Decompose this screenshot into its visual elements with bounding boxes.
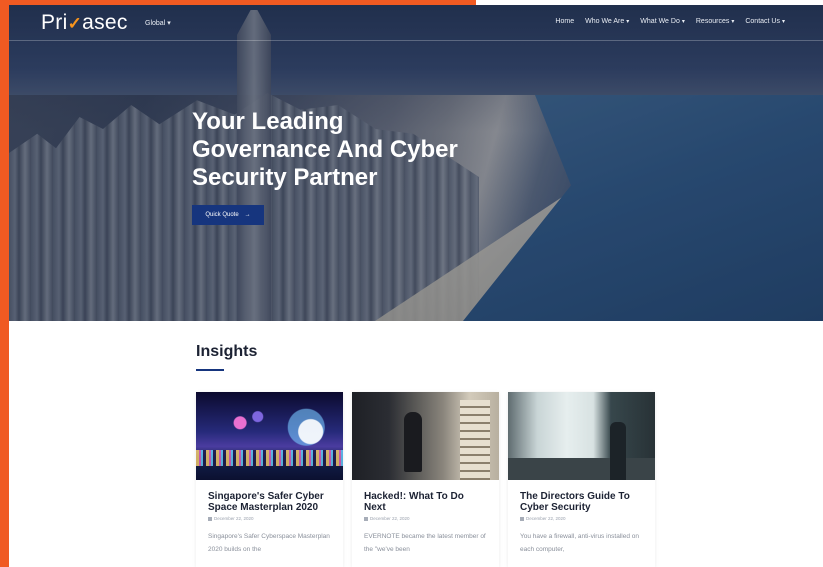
burglar-image[interactable]	[352, 392, 499, 480]
card-date-text: December 22, 2020	[214, 516, 254, 521]
logo-text-prefix: Pri	[41, 11, 68, 34]
insight-card[interactable]: The Directors Guide To Cyber Security De…	[508, 392, 655, 567]
singapore-skyline-image[interactable]	[196, 392, 343, 480]
hero-title-line-2: Governance And Cyber	[192, 136, 458, 163]
quick-quote-button[interactable]: Quick Quote →	[192, 205, 264, 225]
card-excerpt: You have a firewall, anti-virus installe…	[520, 533, 639, 553]
hero-title-line-1: Your Leading	[192, 108, 344, 135]
privasec-logo[interactable]: Pri✓asec	[41, 11, 128, 35]
heading-underline	[196, 369, 224, 371]
menu-item-what-we-do[interactable]: What We Do ▾	[640, 18, 685, 25]
insights-heading: Insights	[196, 343, 258, 360]
menu-item-who-we-are[interactable]: Who We Are ▾	[585, 18, 629, 25]
menu-item-label: What We Do	[640, 18, 680, 25]
card-date: December 22, 2020	[208, 516, 331, 521]
top-navigation: Pri✓asec Global ▾ Home Who We Are ▾ What …	[9, 5, 823, 41]
menu-item-resources[interactable]: Resources ▾	[696, 18, 734, 25]
card-excerpt: Singapore's Safer Cyberspace Masterplan …	[208, 533, 330, 553]
chevron-down-icon: ▾	[781, 19, 785, 25]
card-title[interactable]: Hacked!: What To Do Next	[364, 491, 487, 513]
card-date-text: December 22, 2020	[370, 516, 410, 521]
menu-item-contact-us[interactable]: Contact Us ▾	[745, 18, 785, 25]
menu-item-label: Resources	[695, 18, 730, 25]
menu-item-label: Home	[555, 18, 575, 25]
card-date: December 22, 2020	[364, 516, 487, 521]
calendar-icon	[208, 516, 212, 521]
card-title[interactable]: The Directors Guide To Cyber Security	[520, 491, 643, 513]
calendar-icon	[364, 516, 368, 521]
calendar-icon	[520, 516, 524, 521]
chevron-down-icon: ▾	[167, 20, 171, 27]
card-date-text: December 22, 2020	[526, 516, 566, 521]
orange-frame-left	[0, 0, 9, 567]
region-selector[interactable]: Global ▾	[145, 19, 171, 27]
menu-item-label: Who We Are	[585, 18, 625, 25]
arrow-right-icon: →	[244, 212, 251, 218]
card-excerpt: EVERNOTE became the latest member of the…	[364, 533, 486, 553]
region-label: Global	[145, 20, 166, 27]
quick-quote-label: Quick Quote	[205, 212, 239, 218]
director-office-image[interactable]	[508, 392, 655, 480]
card-title[interactable]: Singapore's Safer Cyber Space Masterplan…	[208, 491, 331, 513]
menu-item-label: Contact Us	[745, 18, 780, 25]
card-date: December 22, 2020	[520, 516, 643, 521]
insight-card[interactable]: Hacked!: What To Do Next December 22, 20…	[352, 392, 499, 567]
logo-check-icon: ✓	[67, 14, 83, 33]
chevron-down-icon: ▾	[626, 19, 630, 25]
hero-title: Your Leading Governance And Cyber Securi…	[192, 108, 512, 192]
menu-item-home[interactable]: Home	[555, 18, 574, 25]
hero-title-line-3: Security Partner	[192, 164, 378, 191]
logo-text-suffix: asec	[82, 11, 128, 34]
insight-card[interactable]: Singapore's Safer Cyber Space Masterplan…	[196, 392, 343, 567]
chevron-down-icon: ▾	[731, 19, 735, 25]
chevron-down-icon: ▾	[681, 19, 685, 25]
main-menu: Home Who We Are ▾ What We Do ▾ Resources ▾ …	[555, 18, 785, 25]
